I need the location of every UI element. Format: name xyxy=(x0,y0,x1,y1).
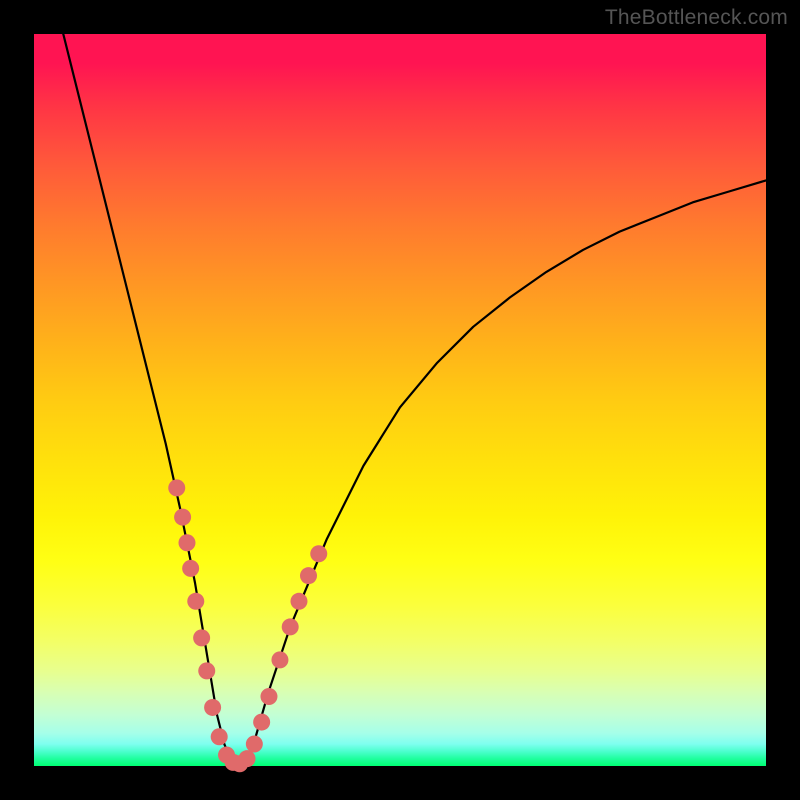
watermark-text: TheBottleneck.com xyxy=(605,6,788,30)
highlight-dot xyxy=(211,728,228,745)
highlight-dot xyxy=(246,736,263,753)
highlight-dot xyxy=(187,593,204,610)
highlight-dot xyxy=(300,567,317,584)
highlight-dot xyxy=(178,534,195,551)
highlight-dots xyxy=(168,479,327,772)
highlight-dot xyxy=(282,618,299,635)
highlight-dot xyxy=(310,545,327,562)
curve-layer xyxy=(34,34,766,766)
highlight-dot xyxy=(239,750,256,767)
bottleneck-curve xyxy=(63,34,766,766)
highlight-dot xyxy=(260,688,277,705)
chart-frame: TheBottleneck.com xyxy=(0,0,800,800)
highlight-dot xyxy=(198,662,215,679)
highlight-dot xyxy=(271,651,288,668)
highlight-dot xyxy=(174,509,191,526)
highlight-dot xyxy=(182,560,199,577)
highlight-dot xyxy=(204,699,221,716)
highlight-dot xyxy=(193,629,210,646)
highlight-dot xyxy=(253,714,270,731)
highlight-dot xyxy=(168,479,185,496)
plot-area xyxy=(34,34,766,766)
highlight-dot xyxy=(290,593,307,610)
